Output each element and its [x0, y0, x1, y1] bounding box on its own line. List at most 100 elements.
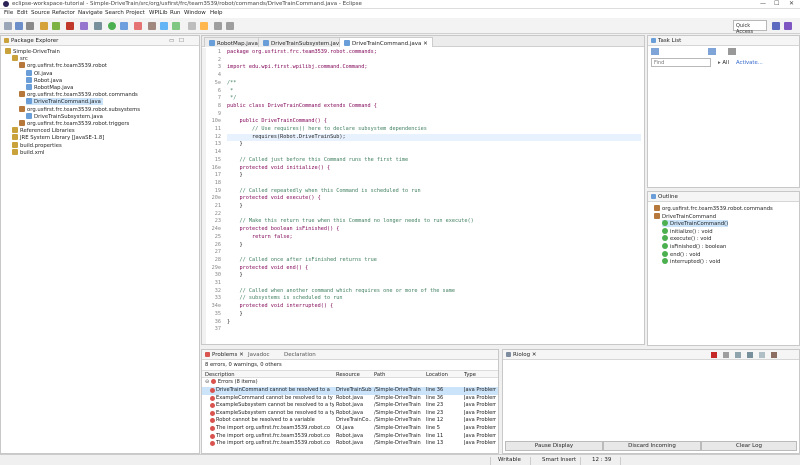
quick-access-input[interactable]: Quick Access [733, 20, 767, 35]
outline-item[interactable]: org.usfirst.frc.team3539.robot.commands [654, 205, 773, 212]
new-java-project-icon[interactable] [148, 22, 156, 30]
menu-wpilib[interactable]: WPILib [149, 10, 167, 16]
tree-item[interactable]: build.properties [12, 141, 62, 149]
tree-item[interactable]: org.usfirst.frc.team3539.robot.triggers [19, 120, 129, 127]
outline-title[interactable]: Outline [651, 194, 678, 200]
column-path[interactable]: Path [374, 372, 385, 378]
tab-drivetraincommand[interactable]: DriveTrainCommand.java ✕ [339, 37, 433, 47]
open-console-icon[interactable] [771, 352, 777, 358]
outline-item[interactable]: interrupted() : void [662, 258, 720, 265]
collapse-icon[interactable] [728, 48, 736, 55]
tree-item[interactable]: Referenced Libraries [12, 127, 75, 134]
riolog-title[interactable]: Riolog ✕ [506, 352, 536, 358]
stop-icon[interactable] [711, 352, 717, 358]
java-perspective-icon[interactable] [772, 22, 780, 30]
search-icon[interactable] [94, 22, 102, 30]
outline-item[interactable]: DriveTrainCommand() [662, 220, 729, 228]
maximize-icon[interactable]: ☐ [179, 38, 184, 44]
column-description[interactable]: Description [205, 372, 235, 378]
menu-edit[interactable]: Edit [17, 10, 28, 16]
debug-perspective-icon[interactable] [784, 22, 792, 30]
menu-window[interactable]: Window [184, 10, 206, 16]
tab-javadoc[interactable]: Javadoc [248, 352, 270, 358]
back-icon[interactable] [214, 22, 222, 30]
pin-console-icon[interactable] [747, 352, 753, 358]
build-icon[interactable] [40, 22, 48, 30]
column-resource[interactable]: Resource [336, 372, 360, 378]
new-icon[interactable] [4, 22, 12, 30]
table-cell[interactable]: ExampleCommand cannot be resolved to a t… [216, 395, 334, 403]
code-editor[interactable]: 1 package org.usfirst.frc.team3539.robot.… [201, 47, 645, 343]
discard-incoming-button[interactable]: Discard Incoming [603, 441, 701, 451]
tree-item[interactable]: Robot.java [26, 76, 62, 84]
outline-item[interactable]: DriveTrainCommand [654, 212, 716, 220]
tree-item[interactable]: org.usfirst.frc.team3539.robot.subsystem… [19, 105, 140, 113]
close-button[interactable]: ✕ [789, 0, 794, 7]
outline-item[interactable]: end() : void [662, 250, 700, 258]
table-cell[interactable]: ExampleSubsystem cannot be resolved to a… [216, 402, 334, 410]
menu-source[interactable]: Source [31, 10, 50, 16]
riolog-output[interactable] [505, 361, 797, 438]
table-cell[interactable]: The import org.usfirst.frc.team3539.robo… [216, 425, 334, 433]
menu-help[interactable]: Help [210, 10, 223, 16]
activate-link[interactable]: Activate... [736, 60, 763, 66]
clear-console-icon[interactable] [723, 352, 729, 358]
run-icon[interactable] [108, 22, 116, 30]
tree-item[interactable]: DriveTrainSubsystem.java [26, 112, 103, 120]
pause-display-button[interactable]: Pause Display [505, 441, 603, 451]
errors-group[interactable]: ⊖ Errors (8 items) [205, 379, 258, 387]
new-class-icon[interactable] [172, 22, 180, 30]
minimize-icon[interactable]: ▭ [169, 38, 174, 44]
stop-icon[interactable] [66, 22, 74, 30]
tab-robotmap[interactable]: RobotMap.java [204, 37, 263, 47]
table-cell[interactable]: The import org.usfirst.frc.team3539.robo… [216, 440, 334, 448]
tab-drivetrainsubsystem[interactable]: DriveTrainSubsystem.java [258, 37, 348, 47]
table-cell[interactable]: ExampleSubsystem cannot be resolved to a… [216, 410, 334, 418]
task-list-title[interactable]: Task List [651, 38, 681, 44]
tree-item[interactable]: RobotMap.java [26, 84, 73, 91]
tree-item[interactable]: JRE System Library [JavaSE-1.8] [12, 134, 104, 141]
menu-file[interactable]: File [4, 10, 13, 16]
scroll-lock-icon[interactable] [735, 352, 741, 358]
menu-run[interactable]: Run [170, 10, 181, 16]
table-cell[interactable]: DriveTrainCommand cannot be resolved to … [216, 387, 334, 395]
tree-item[interactable]: org.usfirst.frc.team3539.robot.commands [19, 91, 138, 98]
menu-project[interactable]: Project [126, 10, 145, 16]
display-console-icon[interactable] [759, 352, 765, 358]
maximize-button[interactable]: ☐ [774, 0, 779, 7]
tree-item[interactable]: DriveTrainCommand.java [26, 98, 103, 106]
menu-navigate[interactable]: Navigate [78, 10, 103, 16]
menu-refactor[interactable]: Refactor [52, 10, 75, 16]
outline-item[interactable]: isFinished() : boolean [662, 243, 726, 250]
tree-item[interactable]: OI.java [26, 69, 53, 77]
tree-item[interactable]: Simple-DriveTrain [5, 48, 60, 55]
tree-item[interactable]: build.xml [12, 148, 44, 156]
column-location[interactable]: Location [426, 372, 448, 378]
new-package-icon[interactable] [160, 22, 168, 30]
external-tools-icon[interactable] [134, 22, 142, 30]
clear-log-button[interactable]: Clear Log [701, 441, 797, 451]
column-type[interactable]: Type [464, 372, 476, 378]
tab-declaration[interactable]: Declaration [284, 352, 316, 358]
find-input[interactable]: Find [651, 58, 711, 67]
outline-item[interactable]: initialize() : void [662, 227, 713, 235]
all-filter[interactable]: ▸ All [718, 60, 729, 66]
save-icon[interactable] [15, 22, 23, 30]
debug-icon[interactable] [52, 22, 60, 30]
table-cell[interactable]: Robot cannot be resolved to a variable [216, 417, 334, 425]
tree-item[interactable]: org.usfirst.frc.team3539.robot [19, 62, 107, 69]
tab-problems[interactable]: Problems ✕ [205, 352, 244, 358]
new-task-icon[interactable] [651, 48, 659, 55]
outline-item[interactable]: execute() : void [662, 235, 712, 242]
tree-item[interactable]: src [12, 55, 28, 62]
minimize-button[interactable]: — [760, 0, 766, 7]
debug-run-icon[interactable] [120, 22, 128, 30]
forward-icon[interactable] [226, 22, 234, 30]
save-all-icon[interactable] [26, 22, 34, 30]
table-cell[interactable]: The import org.usfirst.frc.team3539.robo… [216, 433, 334, 441]
open-task-icon[interactable] [200, 22, 208, 30]
menu-search[interactable]: Search [105, 10, 124, 16]
filter-icon[interactable] [708, 48, 716, 55]
package-explorer-title[interactable]: Package Explorer [4, 38, 58, 44]
open-type-icon[interactable] [188, 22, 196, 30]
